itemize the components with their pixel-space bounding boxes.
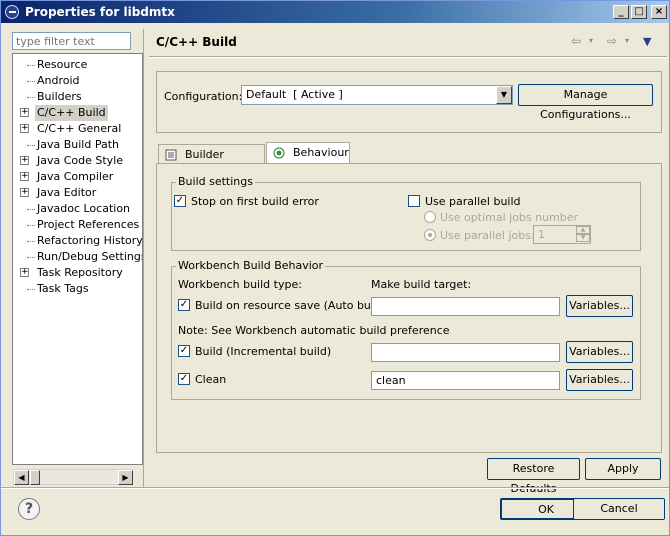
- expand-icon[interactable]: +: [20, 268, 29, 277]
- back-dropdown-icon[interactable]: ▾: [589, 36, 593, 45]
- tree-item-label: C/C++ General: [37, 122, 122, 135]
- tree-item-label: Task Repository: [37, 266, 123, 279]
- title-separator: [149, 56, 667, 58]
- forward-arrow-icon[interactable]: ⇨: [607, 34, 617, 48]
- workbench-build-type-header: Workbench build type:: [178, 278, 302, 291]
- spinner-down-icon[interactable]: ▼: [576, 234, 590, 242]
- clean-target-input[interactable]: clean: [371, 371, 560, 390]
- tree-connector: [27, 209, 35, 210]
- tree-item-label: Java Build Path: [37, 138, 120, 151]
- parallel-jobs-spinner[interactable]: 1 ▲ ▼: [533, 225, 591, 244]
- tree-horizontal-scrollbar[interactable]: ◀ ▶: [13, 469, 133, 485]
- tab-builder-settings[interactable]: Builder Settings: [158, 144, 265, 181]
- back-arrow-icon[interactable]: ⇦: [571, 34, 581, 48]
- forward-dropdown-icon[interactable]: ▾: [625, 36, 629, 45]
- tree-item-label: Java Editor: [37, 186, 97, 199]
- auto-build-label: Build on resource save (Auto build): [195, 299, 389, 312]
- tree-connector: [27, 257, 35, 258]
- tree-connector: [27, 65, 35, 66]
- tree-connector: [27, 225, 35, 226]
- tree-item-label: C/C++ Build: [35, 105, 108, 121]
- tree-connector: [27, 81, 35, 82]
- parallel-build-label: Use parallel build: [425, 195, 521, 208]
- clean-checkbox[interactable]: ✓: [178, 373, 190, 385]
- help-icon[interactable]: ?: [18, 498, 40, 520]
- panel-divider[interactable]: [143, 29, 147, 487]
- tree-item-label: Run/Debug Settings: [37, 250, 143, 263]
- scroll-right-icon[interactable]: ▶: [118, 470, 133, 485]
- filter-input[interactable]: [12, 32, 131, 50]
- configuration-label: Configuration:: [164, 90, 243, 103]
- tree-connector: [27, 241, 35, 242]
- workbench-build-legend: Workbench Build Behavior: [176, 259, 326, 272]
- workbench-note: Note: See Workbench automatic build pref…: [178, 324, 450, 337]
- property-tree: Resource Android Builders + C/C++ Build + C/C+…: [12, 53, 143, 465]
- tree-item-label: Project References: [37, 218, 140, 231]
- expand-icon[interactable]: +: [20, 156, 29, 165]
- make-build-target-header: Make build target:: [371, 278, 472, 291]
- auto-build-target-input[interactable]: [371, 297, 560, 316]
- configuration-select[interactable]: Default [ Active ] ▼: [241, 85, 513, 105]
- configuration-value: Default [ Active ]: [246, 88, 343, 101]
- eclipse-icon: [5, 5, 19, 19]
- incremental-build-checkbox[interactable]: ✓: [178, 345, 190, 357]
- expand-icon[interactable]: +: [20, 172, 29, 181]
- cancel-button[interactable]: Cancel: [573, 498, 665, 520]
- expand-icon[interactable]: +: [20, 124, 29, 133]
- incremental-build-variables-button[interactable]: Variables...: [566, 341, 633, 363]
- tab-behaviour[interactable]: Behaviour: [266, 142, 350, 164]
- stop-on-error-label: Stop on first build error: [191, 195, 319, 208]
- tree-item-label: Refactoring History: [37, 234, 143, 247]
- auto-build-variables-button[interactable]: Variables...: [566, 295, 633, 317]
- dropdown-arrow-icon[interactable]: ▼: [496, 86, 512, 104]
- builder-settings-icon: [165, 149, 177, 161]
- parallel-jobs-value: 1: [538, 228, 545, 241]
- properties-dialog: Properties for libdmtx _ □ × Resource And…: [0, 0, 670, 536]
- maximize-button[interactable]: □: [631, 5, 647, 19]
- tree-item-label: Java Compiler: [37, 170, 114, 183]
- optimal-jobs-radio[interactable]: [424, 211, 436, 223]
- stop-on-error-checkbox[interactable]: ✓: [174, 195, 186, 207]
- window-title: Properties for libdmtx: [25, 5, 175, 19]
- restore-defaults-button[interactable]: Restore Defaults: [487, 458, 580, 495]
- expand-icon[interactable]: +: [20, 108, 29, 117]
- minimize-button[interactable]: _: [613, 5, 629, 19]
- manage-configurations-button[interactable]: Manage Configurations...: [518, 84, 653, 121]
- incremental-build-target-input[interactable]: [371, 343, 560, 362]
- optimal-jobs-label: Use optimal jobs number: [440, 211, 579, 224]
- view-menu-icon[interactable]: ▼: [643, 35, 651, 48]
- scroll-left-icon[interactable]: ◀: [14, 470, 29, 485]
- auto-build-checkbox[interactable]: ✓: [178, 299, 190, 311]
- scroll-thumb[interactable]: [30, 470, 40, 485]
- parallel-jobs-label: Use parallel jobs:: [440, 229, 535, 242]
- tree-item-label: Builders: [37, 90, 82, 103]
- parallel-build-checkbox[interactable]: [408, 195, 420, 207]
- tree-connector: [27, 145, 35, 146]
- tree-item-label: Task Tags: [37, 282, 89, 295]
- tree-item-label: Javadoc Location: [37, 202, 131, 215]
- tree-item-label: Resource: [37, 58, 88, 71]
- incremental-build-label: Build (Incremental build): [195, 345, 332, 358]
- tree-item-label: Android: [37, 74, 80, 87]
- tree-item-label: Java Code Style: [37, 154, 124, 167]
- tree-connector: [27, 289, 35, 290]
- apply-button[interactable]: Apply: [585, 458, 661, 480]
- behaviour-icon: [273, 147, 285, 159]
- expand-icon[interactable]: +: [20, 188, 29, 197]
- close-button[interactable]: ×: [651, 5, 667, 19]
- tree-connector: [27, 97, 35, 98]
- clean-label: Clean: [195, 373, 227, 386]
- tab-behaviour-label: Behaviour: [293, 146, 349, 159]
- title-bar: Properties for libdmtx _ □ ×: [1, 1, 669, 23]
- page-title: C/C++ Build: [156, 35, 237, 49]
- build-settings-legend: Build settings: [176, 175, 255, 188]
- parallel-jobs-radio[interactable]: [424, 229, 436, 241]
- dialog-separator: [1, 487, 669, 489]
- spinner-up-icon[interactable]: ▲: [576, 226, 590, 234]
- clean-variables-button[interactable]: Variables...: [566, 369, 633, 391]
